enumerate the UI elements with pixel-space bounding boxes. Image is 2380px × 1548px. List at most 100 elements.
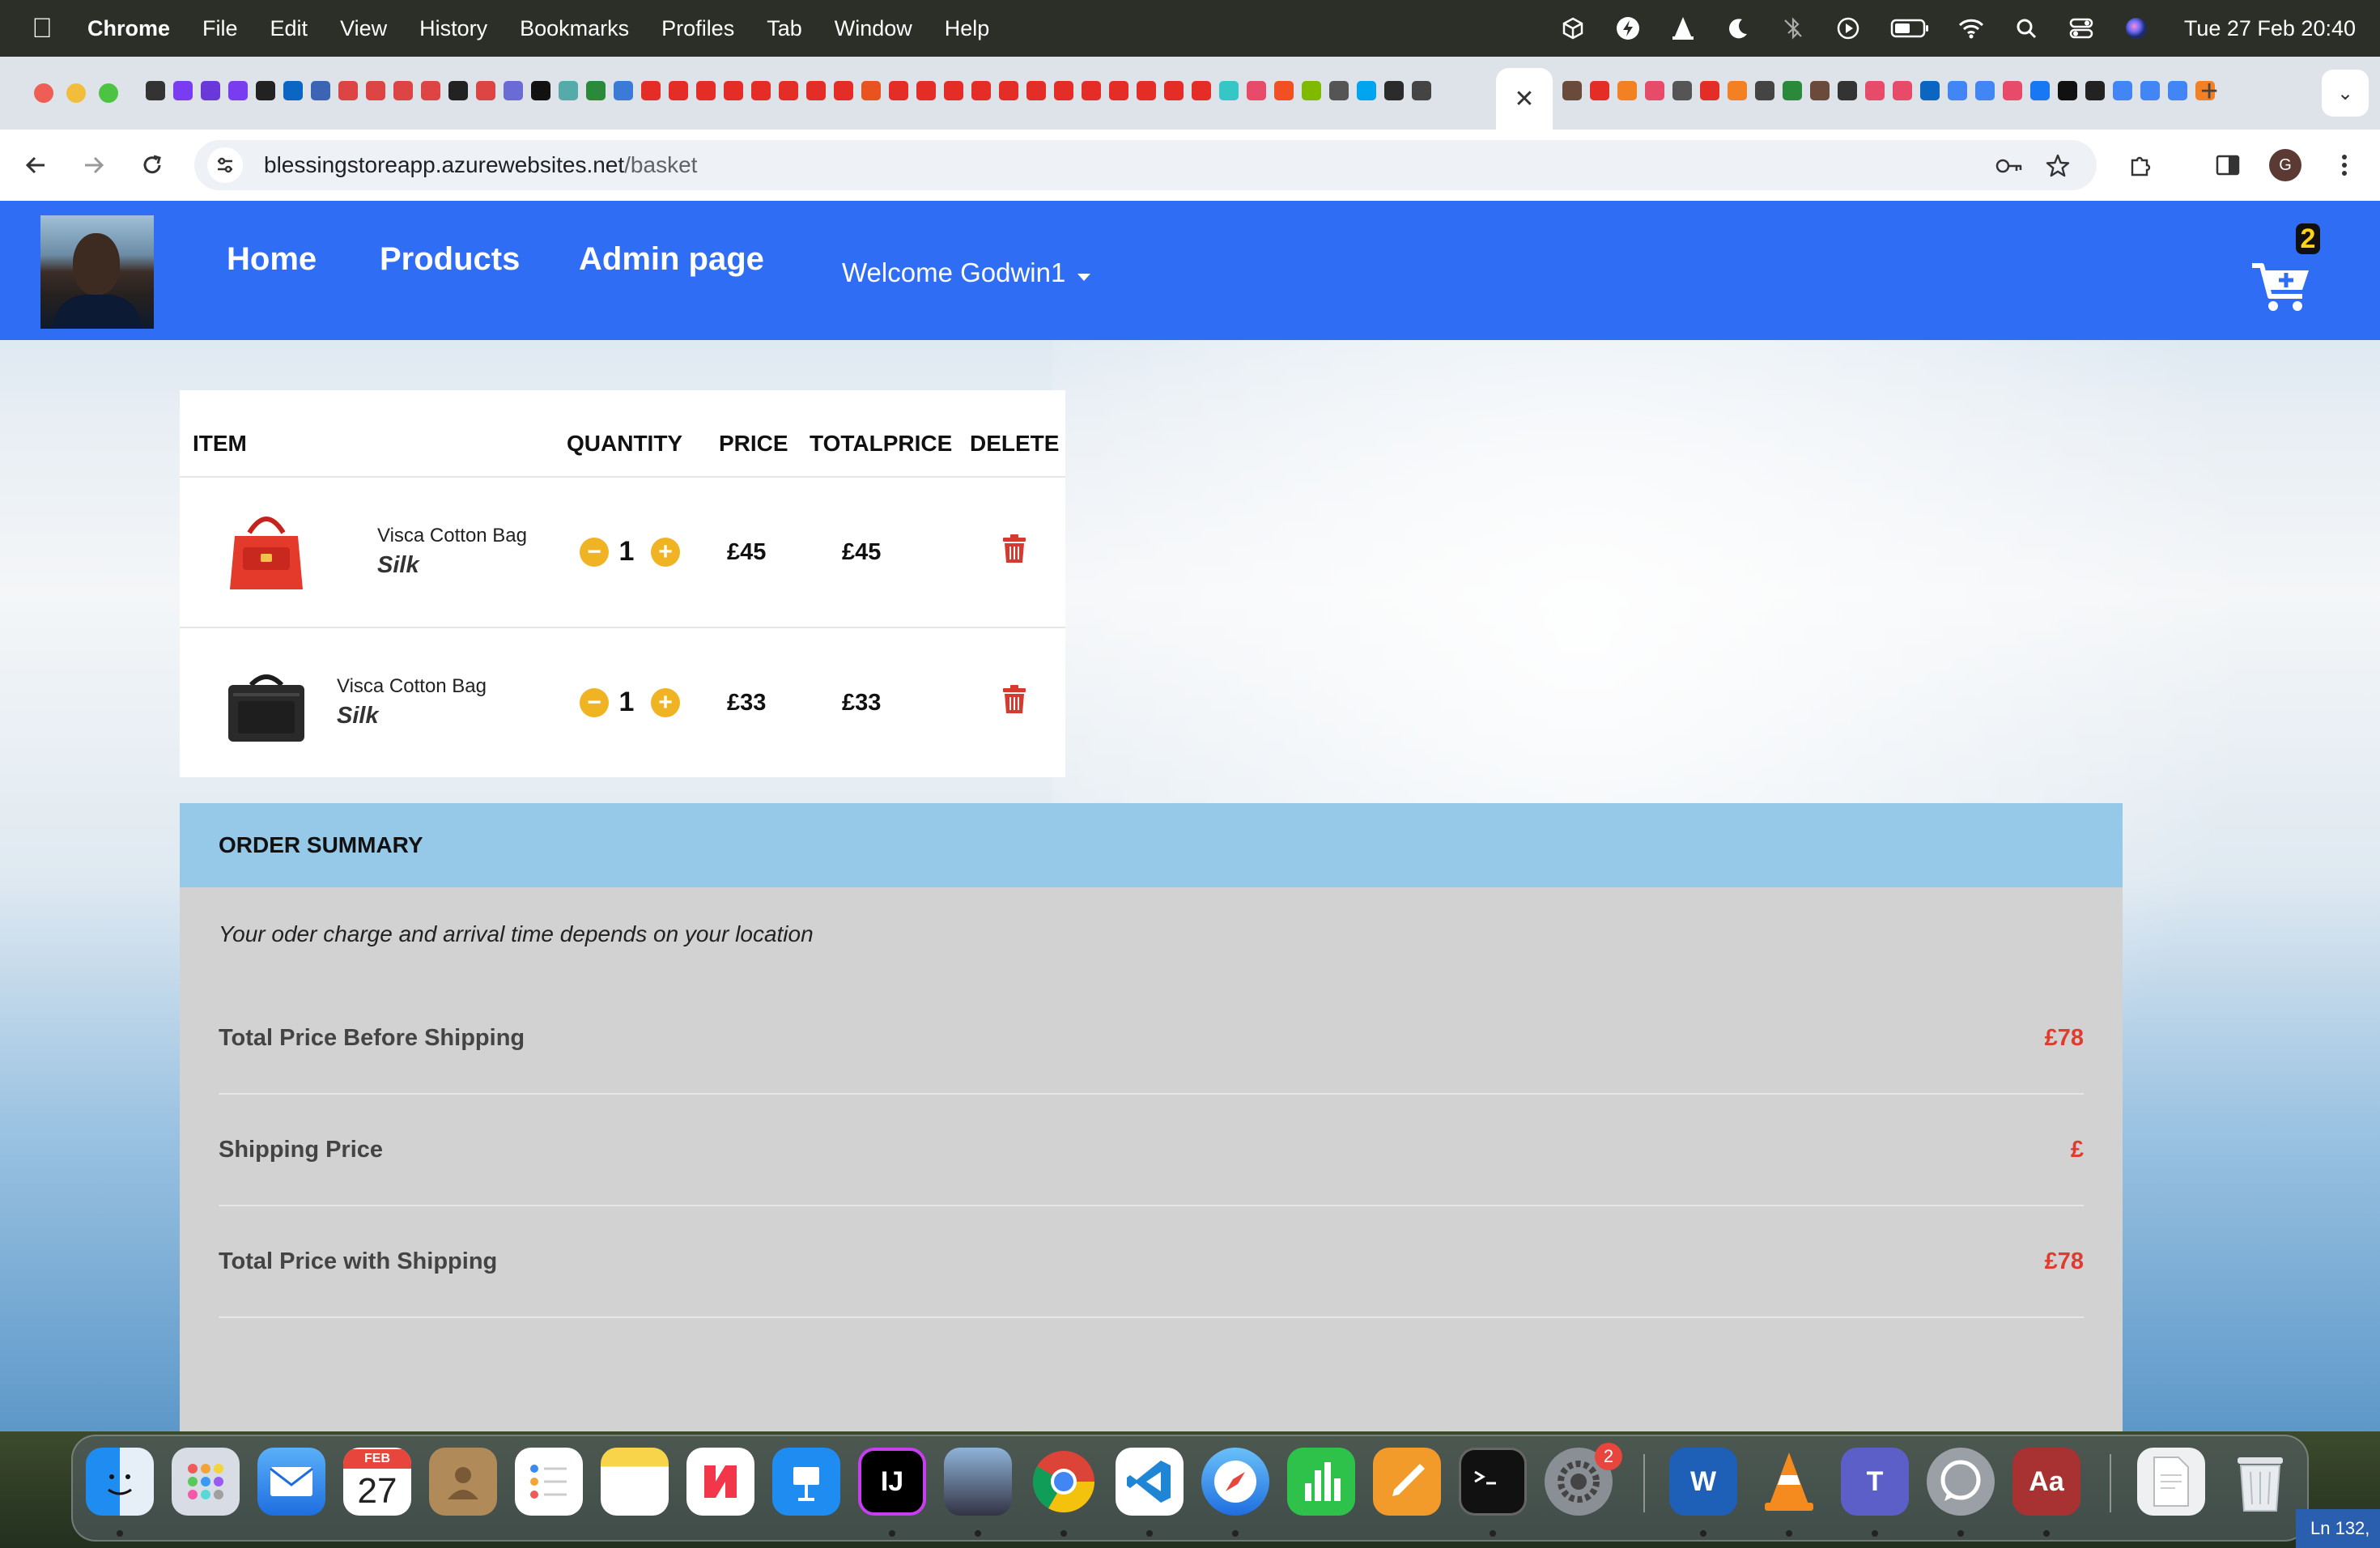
gmail-tab-icon[interactable] [476,81,495,100]
tab-favicon-icon[interactable] [201,81,220,100]
dictionary-icon[interactable]: Aa [2012,1448,2080,1516]
vlc-status-icon[interactable] [1669,15,1697,42]
tab-favicon-icon[interactable] [1384,81,1404,100]
nav-admin-link[interactable]: Admin page [579,241,764,278]
notes-icon[interactable] [601,1448,669,1516]
microsoft-tab-icon[interactable] [1357,81,1376,100]
menu-help[interactable]: Help [945,16,990,41]
menu-window[interactable]: Window [835,16,912,41]
google-tab-icon[interactable] [2140,81,2160,100]
close-tab-icon[interactable]: ✕ [1514,85,1534,113]
moon-icon[interactable] [1724,15,1752,42]
numbers-icon[interactable] [1287,1448,1355,1516]
apple-menu-icon[interactable]:  [21,13,63,45]
more-menu-icon[interactable] [2327,147,2362,183]
tab-favicon-icon[interactable] [1838,81,1857,100]
menu-app-name[interactable]: Chrome [87,16,170,41]
mail-icon[interactable] [257,1448,325,1516]
google-tab-icon[interactable] [2168,81,2187,100]
wifi-icon[interactable] [1957,15,1985,42]
github-tab-icon[interactable] [256,81,275,100]
contacts-icon[interactable] [429,1448,497,1516]
youtube-tab-icon[interactable] [806,81,826,100]
bookmark-star-icon[interactable] [2042,150,2074,182]
youtube-tab-icon[interactable] [1109,81,1128,100]
play-status-icon[interactable] [1834,15,1862,42]
youtube-tab-icon[interactable] [1137,81,1156,100]
tab-favicon-icon[interactable] [1810,81,1830,100]
microsoft-tab-icon[interactable] [1274,81,1294,100]
youtube-tab-icon[interactable] [1590,81,1609,100]
tab-favicon-icon[interactable] [1672,81,1692,100]
microsoft-tab-icon[interactable] [1302,81,1321,100]
youtube-tab-icon[interactable] [999,81,1018,100]
gmail-tab-icon[interactable] [338,81,358,100]
launchpad-icon[interactable] [172,1448,240,1516]
tab-favicon-icon[interactable] [1219,81,1239,100]
menu-view[interactable]: View [340,16,387,41]
youtube-tab-icon[interactable] [1026,81,1046,100]
active-tab[interactable]: ✕ [1496,68,1553,130]
tab-favicon-icon[interactable] [614,81,633,100]
minimize-window-button[interactable] [66,83,86,103]
tab-favicon-icon[interactable] [559,81,578,100]
cart-button[interactable]: 2 [2250,222,2323,319]
intellij-icon[interactable]: IJ [858,1448,926,1516]
news-icon[interactable] [686,1448,754,1516]
gmail-tab-icon[interactable] [366,81,385,100]
youtube-tab-icon[interactable] [916,81,936,100]
tab-favicon-icon[interactable] [311,81,330,100]
tab-favicon-icon[interactable] [173,81,193,100]
youtube-tab-icon[interactable] [971,81,991,100]
user-photo[interactable] [40,215,154,329]
spotlight-search-icon[interactable] [2012,15,2040,42]
bluetooth-off-icon[interactable] [1779,15,1807,42]
extensions-puzzle-icon[interactable] [2123,147,2158,183]
reload-icon[interactable] [134,147,170,183]
reminders-icon[interactable] [515,1448,583,1516]
github-tab-icon[interactable] [448,81,468,100]
control-center-icon[interactable] [2068,15,2095,42]
decrease-quantity-button[interactable]: − [580,538,609,567]
tab-favicon-icon[interactable] [1865,81,1885,100]
safari-icon[interactable] [1201,1448,1269,1516]
youtube-tab-icon[interactable] [1082,81,1101,100]
google-tab-icon[interactable] [1975,81,1995,100]
linkedin-tab-icon[interactable] [283,81,303,100]
menu-edit[interactable]: Edit [270,16,308,41]
bolt-status-icon[interactable] [1614,15,1642,42]
address-bar[interactable]: blessingstoreapp.azurewebsites.net/baske… [194,140,2097,190]
youtube-tab-icon[interactable] [779,81,798,100]
vlc-icon[interactable] [1755,1448,1823,1516]
decrease-quantity-button[interactable]: − [580,688,609,717]
tab-favicon-icon[interactable] [1783,81,1802,100]
tab-favicon-icon[interactable] [586,81,606,100]
menu-tab[interactable]: Tab [767,16,802,41]
side-panel-icon[interactable] [2210,147,2246,183]
google-tab-icon[interactable] [1948,81,1967,100]
tab-favicon-icon[interactable] [2003,81,2022,100]
youtube-tab-icon[interactable] [834,81,853,100]
close-window-button[interactable] [34,83,53,103]
calendar-icon[interactable]: FEB 27 [343,1448,411,1516]
finder-icon[interactable] [86,1448,154,1516]
tab-favicon-icon[interactable] [1247,81,1266,100]
cv-tab-icon[interactable] [861,81,881,100]
chrome-icon[interactable] [1030,1448,1098,1516]
linkedin-tab-icon[interactable] [1920,81,1940,100]
profile-avatar[interactable]: G [2269,149,2301,181]
google-tab-icon[interactable] [2113,81,2132,100]
key-icon[interactable] [1993,150,2025,182]
new-tab-button[interactable]: + [2200,74,2218,109]
trash-icon[interactable] [1002,534,1026,563]
vscode-icon[interactable] [1116,1448,1184,1516]
menu-history[interactable]: History [419,16,487,41]
github-tab-icon[interactable] [2085,81,2105,100]
youtube-tab-icon[interactable] [696,81,716,100]
site-settings-icon[interactable] [207,147,243,183]
tab-favicon-icon[interactable] [1893,81,1912,100]
stackoverflow-tab-icon[interactable] [1617,81,1637,100]
tab-favicon-icon[interactable] [146,81,165,100]
tab-favicon-icon[interactable] [1329,81,1349,100]
tab-favicon-icon[interactable] [531,81,550,100]
